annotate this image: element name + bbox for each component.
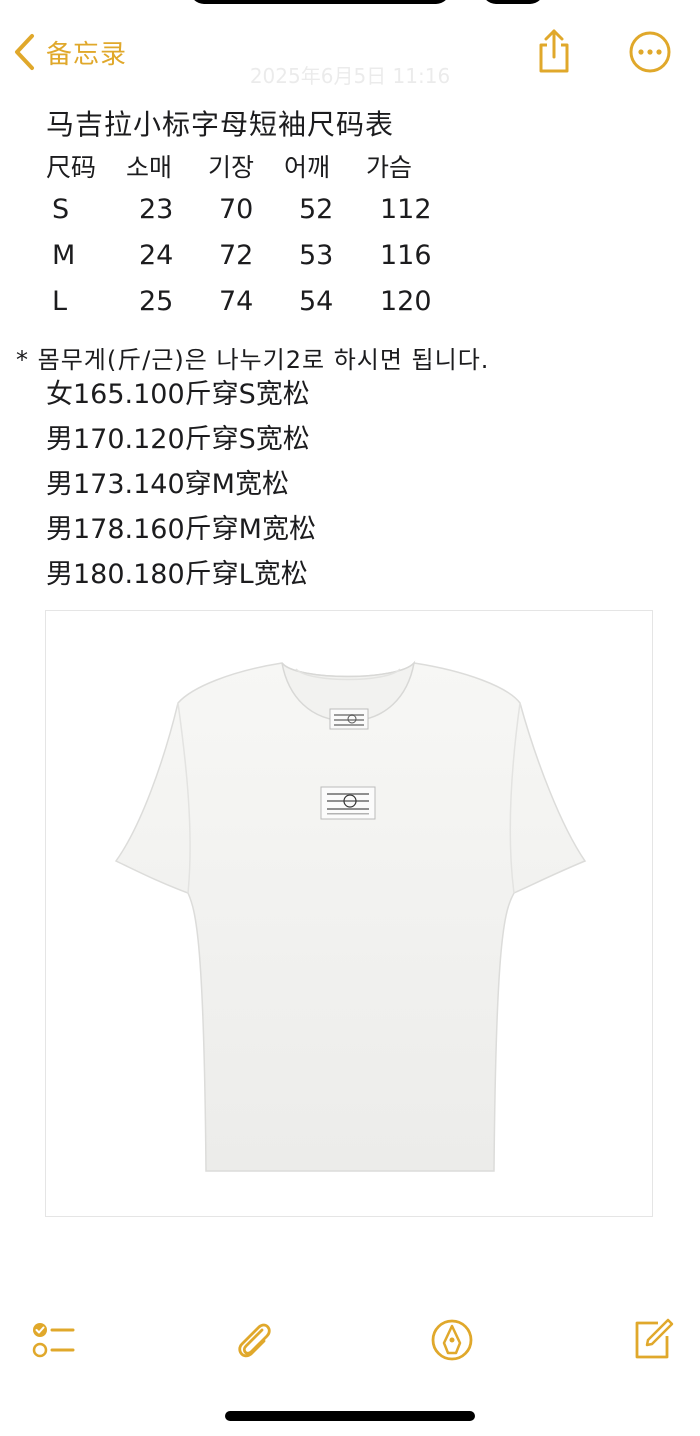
product-image[interactable] bbox=[45, 610, 653, 1217]
table-cell: 23 bbox=[139, 194, 174, 225]
table-cell: 25 bbox=[139, 286, 174, 317]
compose-button[interactable] bbox=[628, 1316, 676, 1364]
table-header-cell: 尺码 bbox=[46, 153, 97, 182]
table-cell: 116 bbox=[380, 240, 432, 271]
list-item: 男170.120斤穿S宽松 bbox=[46, 424, 310, 455]
status-bar-island-small bbox=[482, 0, 544, 4]
note-date: 2025年6月5日 11:16 bbox=[249, 64, 451, 88]
table-header-cell: 가슴 bbox=[366, 153, 413, 182]
table-cell: 112 bbox=[380, 194, 432, 225]
table-cell: 74 bbox=[219, 286, 254, 317]
size-recommendations: 女165.100斤穿S宽松 男170.120斤穿S宽松 男173.140穿M宽松… bbox=[46, 372, 316, 597]
list-item: 男173.140穿M宽松 bbox=[46, 469, 289, 500]
table-cell: L bbox=[52, 286, 68, 317]
note-title[interactable]: 马吉拉小标字母短袖尺码表 bbox=[46, 103, 394, 143]
table-header-cell: 어깨 bbox=[284, 153, 331, 182]
table-cell: 24 bbox=[139, 240, 174, 271]
pen-tip-circle-icon bbox=[428, 1319, 476, 1368]
paperclip-icon bbox=[230, 1323, 278, 1368]
table-cell: S bbox=[52, 194, 70, 225]
markup-button[interactable] bbox=[428, 1316, 476, 1364]
tshirt-illustration bbox=[114, 660, 587, 1172]
table-cell: 72 bbox=[219, 240, 254, 271]
table-cell: M bbox=[52, 240, 76, 271]
checklist-button[interactable] bbox=[30, 1316, 78, 1364]
table-cell: 70 bbox=[219, 194, 254, 225]
table-cell: 54 bbox=[299, 286, 334, 317]
checklist-icon bbox=[30, 1323, 78, 1368]
table-header-cell: 기장 bbox=[208, 153, 255, 182]
attach-button[interactable] bbox=[230, 1316, 278, 1364]
table-cell: 52 bbox=[299, 194, 334, 225]
status-bar-island bbox=[190, 0, 450, 4]
neck-label bbox=[329, 708, 369, 730]
list-item: 女165.100斤穿S宽松 bbox=[46, 379, 310, 410]
table-header-cell: 소매 bbox=[126, 153, 173, 182]
compose-icon bbox=[628, 1318, 676, 1368]
list-item: 男178.160斤穿M宽松 bbox=[46, 514, 316, 545]
table-cell: 120 bbox=[380, 286, 432, 317]
home-indicator[interactable] bbox=[225, 1411, 475, 1421]
weight-footnote: * 몸무게(斤/근)은 나누기2로 하시면 됩니다. bbox=[16, 346, 490, 374]
list-item: 男180.180斤穿L宽松 bbox=[46, 559, 308, 590]
table-cell: 53 bbox=[299, 240, 334, 271]
chest-label bbox=[320, 786, 376, 820]
